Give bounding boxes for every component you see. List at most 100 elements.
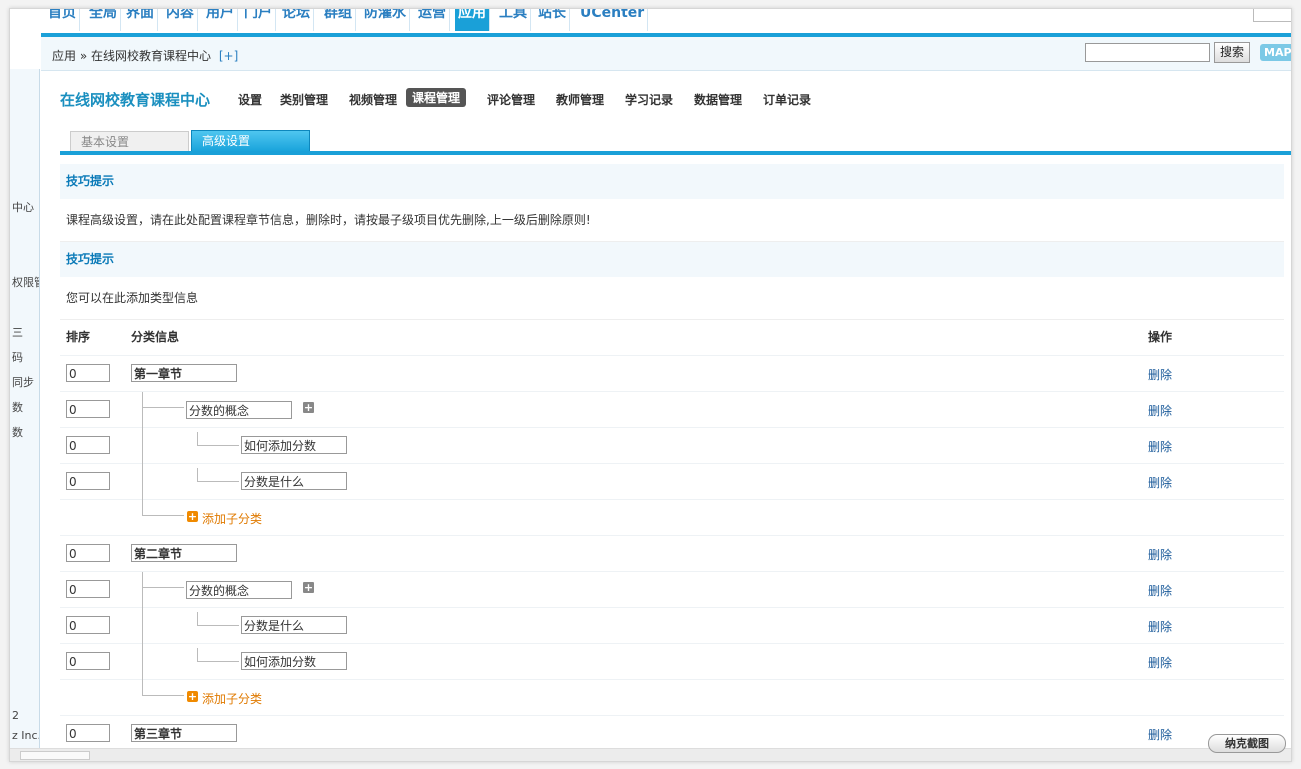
table-row: 0 + 分数的概念 删除	[60, 572, 1284, 608]
nav-item[interactable]: 应用	[455, 9, 490, 31]
nav-item[interactable]: 论坛	[279, 9, 314, 31]
scrollbar-thumb[interactable]	[20, 751, 90, 760]
search-button[interactable]: 搜索	[1214, 42, 1250, 63]
breadcrumb-add-link[interactable]: [+]	[219, 49, 238, 63]
table-header: 排序 分类信息 操作	[60, 320, 1284, 356]
plugin-menu-item[interactable]: 设置	[238, 91, 262, 108]
sidebar-item[interactable]: 三	[12, 324, 23, 340]
delete-link[interactable]: 删除	[1148, 438, 1172, 455]
table-row: 0 第一章节 删除	[60, 356, 1284, 392]
sidebar-item[interactable]: 权限管	[12, 274, 39, 290]
sidebar-item[interactable]: 数	[12, 424, 23, 440]
chapter-name-input[interactable]: 第二章节	[131, 544, 237, 562]
table-row: 0 分数是什么 删除	[60, 464, 1284, 500]
nav-item[interactable]: 运营	[415, 9, 450, 31]
tree-line	[197, 468, 198, 481]
nav-item[interactable]: 用户	[203, 9, 238, 31]
order-input[interactable]: 0	[66, 364, 110, 382]
nav-item[interactable]: 门户	[241, 9, 276, 31]
plugin-menu-item[interactable]: 视频管理	[349, 91, 397, 108]
tree-line	[142, 392, 143, 428]
nav-item[interactable]: 群组	[321, 9, 356, 31]
plugin-menu-item[interactable]: 订单记录	[763, 91, 811, 108]
nav-item[interactable]: 界面	[123, 9, 158, 31]
category-table: 0 第一章节 删除 0 + 分数的概念 删除 0 如何添加分数 删除 0 分数是什么 删除 + 添加子分类 0…	[60, 356, 1284, 752]
delete-link[interactable]: 删除	[1148, 582, 1172, 599]
delete-link[interactable]: 删除	[1148, 474, 1172, 491]
delete-link[interactable]: 删除	[1148, 366, 1172, 383]
delete-link[interactable]: 删除	[1148, 618, 1172, 635]
order-input[interactable]: 0	[66, 544, 110, 562]
table-row: 0 第三章节 删除	[60, 716, 1284, 752]
tree-line	[142, 500, 143, 516]
item-name-input[interactable]: 如何添加分数	[241, 436, 347, 454]
tree-line	[197, 648, 198, 661]
order-input[interactable]: 0	[66, 724, 110, 742]
nav-item[interactable]: 防灌水	[361, 9, 410, 31]
table-row: 0 分数是什么 删除	[60, 608, 1284, 644]
nav-item[interactable]: 首页	[45, 9, 80, 31]
breadcrumb-page: 在线网校教育课程中心	[91, 49, 212, 63]
order-input[interactable]: 0	[66, 400, 110, 418]
tab-advanced-settings[interactable]: 高级设置	[191, 130, 310, 152]
nav-item[interactable]: 站长	[535, 9, 570, 31]
sidebar-item[interactable]: 中心	[12, 199, 34, 215]
add-subcategory-link[interactable]: 添加子分类	[202, 510, 262, 527]
add-icon[interactable]: +	[187, 691, 198, 702]
nav-item[interactable]: 内容	[163, 9, 198, 31]
tree-line	[197, 432, 198, 445]
tree-line	[142, 587, 184, 588]
top-nav: 首页 全局 界面 内容 用户 门户 论坛 群组 防灌水 运营 应用 工具 站长 UCenter	[41, 9, 1291, 33]
order-input[interactable]: 0	[66, 616, 110, 634]
sidebar-item[interactable]: 数	[12, 399, 23, 415]
tree-line	[142, 608, 143, 644]
nav-item[interactable]: 全局	[86, 9, 121, 31]
plugin-menu-item[interactable]: 教师管理	[556, 91, 604, 108]
tree-line	[142, 428, 143, 464]
item-name-input[interactable]: 分数是什么	[241, 616, 347, 634]
order-input[interactable]: 0	[66, 652, 110, 670]
chapter-name-input[interactable]: 第一章节	[131, 364, 237, 382]
plugin-menu-item[interactable]: 课程管理	[406, 88, 467, 107]
item-name-input[interactable]: 如何添加分数	[241, 652, 347, 670]
plugin-title[interactable]: 在线网校教育课程中心	[60, 89, 210, 110]
horizontal-scrollbar[interactable]	[10, 748, 1291, 761]
plugin-menu-item[interactable]: 类别管理	[280, 91, 328, 108]
sidebar-item[interactable]: 2	[12, 709, 19, 722]
order-input[interactable]: 0	[66, 472, 110, 490]
delete-link[interactable]: 删除	[1148, 654, 1172, 671]
section-name-input[interactable]: 分数的概念	[186, 401, 292, 419]
sidebar-item[interactable]: 同步	[12, 374, 34, 390]
plugin-menu-item[interactable]: 学习记录	[625, 91, 673, 108]
nav-item[interactable]: UCenter	[577, 9, 649, 31]
delete-link[interactable]: 删除	[1148, 402, 1172, 419]
top-search-box[interactable]	[1253, 9, 1291, 22]
order-input[interactable]: 0	[66, 436, 110, 454]
plugin-menu-item[interactable]: 数据管理	[694, 91, 742, 108]
delete-link[interactable]: 删除	[1148, 546, 1172, 563]
expand-plus-icon[interactable]: +	[303, 582, 314, 593]
item-name-input[interactable]: 分数是什么	[241, 472, 347, 490]
order-input[interactable]: 0	[66, 580, 110, 598]
add-subcategory-link[interactable]: 添加子分类	[202, 690, 262, 707]
search-input[interactable]	[1085, 43, 1210, 62]
expand-plus-icon[interactable]: +	[303, 402, 314, 413]
sidebar-item[interactable]: 码	[12, 349, 23, 365]
tree-line	[142, 464, 143, 500]
map-button[interactable]: MAP	[1260, 44, 1291, 61]
sidebar-item[interactable]: z Inc.	[12, 729, 39, 742]
chapter-name-input[interactable]: 第三章节	[131, 724, 237, 742]
delete-link[interactable]: 删除	[1148, 726, 1172, 743]
table-row: + 添加子分类	[60, 500, 1284, 536]
tip-text: 课程高级设置，请在此处配置课程章节信息，删除时，请按最子级项目优先删除,上一级后…	[60, 199, 1284, 242]
breadcrumb-app[interactable]: 应用	[52, 49, 76, 63]
plugin-menu-item[interactable]: 评论管理	[487, 91, 535, 108]
table-row: 0 如何添加分数 删除	[60, 428, 1284, 464]
tab-basic-settings[interactable]: 基本设置	[70, 131, 189, 152]
add-icon[interactable]: +	[187, 511, 198, 522]
tree-line	[197, 481, 239, 482]
section-name-input[interactable]: 分数的概念	[186, 581, 292, 599]
tree-line	[142, 695, 184, 696]
table-row: 0 如何添加分数 删除	[60, 644, 1284, 680]
nav-item[interactable]: 工具	[496, 9, 531, 31]
